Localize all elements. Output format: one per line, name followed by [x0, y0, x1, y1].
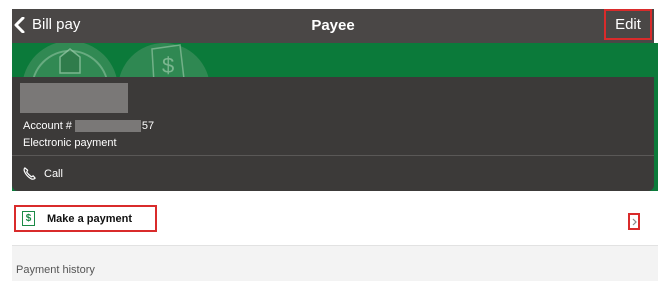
make-payment-button[interactable]: $ Make a payment	[14, 205, 157, 232]
redacted-account-number	[74, 120, 141, 132]
make-payment-row[interactable]: $ Make a payment	[12, 200, 658, 242]
payment-history-section: Payment history	[12, 246, 658, 281]
redacted-payee-name	[20, 83, 128, 113]
top-nav-bar: Bill pay Payee Edit	[12, 9, 654, 43]
payment-type-label: Electronic payment	[23, 137, 117, 149]
dollar-icon: $	[22, 211, 35, 226]
account-label: Account #	[23, 120, 72, 132]
call-button[interactable]: Call	[22, 166, 63, 181]
card-divider	[12, 155, 654, 156]
svg-text:$: $	[162, 53, 174, 78]
account-number-line: Account # 57	[23, 120, 154, 132]
payee-info-card: Account # 57 Electronic payment Call	[12, 77, 654, 191]
edit-button[interactable]: Edit	[604, 9, 652, 40]
chevron-right-icon	[632, 218, 637, 225]
make-payment-label: Make a payment	[47, 212, 132, 225]
make-payment-chevron[interactable]	[628, 213, 640, 230]
phone-icon	[23, 167, 36, 180]
account-suffix: 57	[141, 120, 155, 132]
payment-history-heading: Payment history	[16, 264, 95, 276]
page-title: Payee	[311, 17, 355, 34]
call-button-label: Call	[44, 167, 63, 180]
